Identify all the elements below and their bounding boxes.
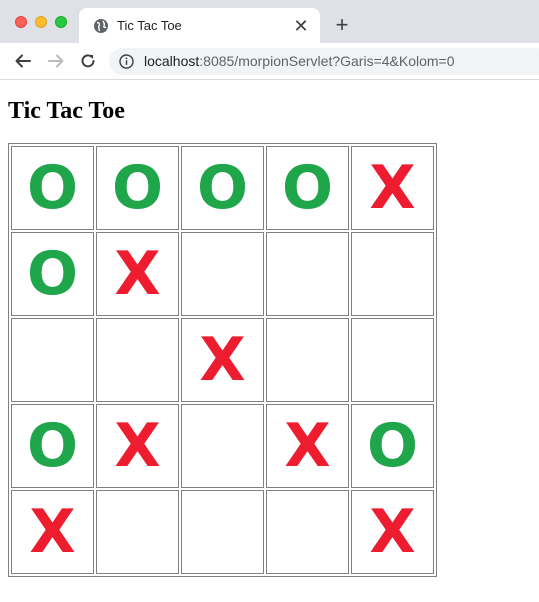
x-mark: X [284,411,331,481]
board-cell[interactable] [96,490,179,574]
board-cell[interactable] [266,490,349,574]
board-cell[interactable] [351,232,434,316]
o-mark: O [281,153,333,223]
empty-cell [97,491,178,573]
arrow-left-icon [15,54,31,68]
page-title: Tic Tac Toe [8,98,125,124]
empty-cell [97,319,178,401]
board-cell[interactable]: O [266,146,349,230]
new-tab-button[interactable]: + [331,14,353,36]
o-mark: O [26,239,78,309]
board-row: OOOOX [11,146,434,230]
board-cell[interactable]: O [11,404,94,488]
board-cell[interactable] [11,318,94,402]
o-mark: O [111,153,163,223]
x-mark: X [114,411,161,481]
board-cell[interactable]: O [11,232,94,316]
empty-cell [267,491,348,573]
globe-icon [93,18,109,34]
browser-tab[interactable]: Tic Tac Toe ✕ [79,8,320,43]
o-mark: O [196,153,248,223]
back-button[interactable] [13,51,33,71]
empty-cell [182,405,263,487]
forward-button[interactable] [46,51,66,71]
o-mark: O [366,411,418,481]
x-mark: X [369,153,416,223]
board-cell[interactable]: X [96,404,179,488]
board-cell[interactable]: O [181,146,264,230]
board-cell[interactable] [181,490,264,574]
url-host: localhost [144,53,200,69]
board-row: OXXO [11,404,434,488]
board-cell[interactable] [351,318,434,402]
board-cell[interactable]: X [351,146,434,230]
o-mark: O [26,411,78,481]
board-row: X [11,318,434,402]
board-cell[interactable] [96,318,179,402]
board-cell[interactable]: X [96,232,179,316]
board-cell[interactable]: O [96,146,179,230]
browser-tabstrip: Tic Tac Toe ✕ + [0,0,539,43]
board-cell[interactable]: O [11,146,94,230]
close-window-button[interactable] [15,16,27,28]
url-text: localhost:8085/morpionServlet?Garis=4&Ko… [144,53,455,69]
board-cell[interactable] [266,232,349,316]
board-row: XX [11,490,434,574]
board-cell[interactable]: X [266,404,349,488]
url-path: :8085/morpionServlet?Garis=4&Kolom=0 [199,53,455,69]
x-mark: X [29,497,76,567]
board-row: OX [11,232,434,316]
board-cell[interactable] [266,318,349,402]
browser-toolbar: localhost:8085/morpionServlet?Garis=4&Ko… [0,43,539,80]
tab-close-icon[interactable]: ✕ [292,17,310,35]
empty-cell [267,319,348,401]
board-cell[interactable]: O [351,404,434,488]
empty-cell [182,491,263,573]
empty-cell [352,233,433,315]
info-icon[interactable] [119,54,134,69]
arrow-right-icon [48,54,64,68]
x-mark: X [199,325,246,395]
empty-cell [12,319,93,401]
board-cell[interactable] [181,232,264,316]
maximize-window-button[interactable] [55,16,67,28]
address-bar[interactable]: localhost:8085/morpionServlet?Garis=4&Ko… [109,48,539,75]
board-cell[interactable]: X [11,490,94,574]
empty-cell [352,319,433,401]
game-board: OOOOXOXXOXXOXX [8,143,437,577]
board-cell[interactable]: X [351,490,434,574]
board-cell[interactable] [181,404,264,488]
empty-cell [267,233,348,315]
x-mark: X [114,239,161,309]
reload-icon [81,54,95,68]
minimize-window-button[interactable] [35,16,47,28]
reload-button[interactable] [78,51,98,71]
o-mark: O [26,153,78,223]
empty-cell [182,233,263,315]
tab-title: Tic Tac Toe [117,18,182,33]
board-cell[interactable]: X [181,318,264,402]
x-mark: X [369,497,416,567]
